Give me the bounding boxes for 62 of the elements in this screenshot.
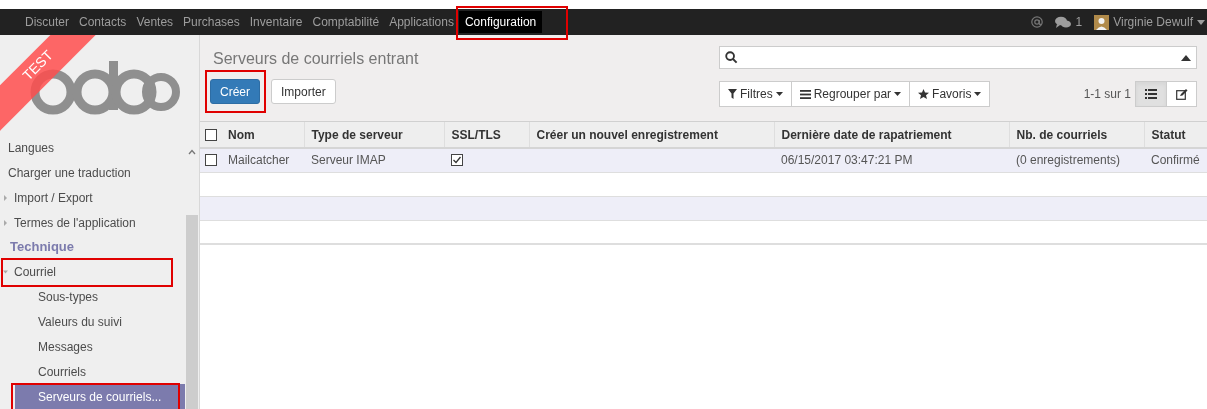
column-header[interactable]: SSL/TLS [451, 127, 501, 142]
caret-icon[interactable] [1197, 19, 1205, 25]
avatar-icon[interactable] [1094, 14, 1110, 30]
column-header[interactable]: Nb. de courriels [1016, 127, 1108, 142]
dropdown-button[interactable]: Regrouper par [790, 82, 910, 106]
menu-item[interactable]: Messages [15, 334, 185, 359]
mention-icon[interactable] [1031, 16, 1044, 28]
table-cell: Confirmé [1151, 153, 1200, 168]
menu-item[interactable]: Configuration [458, 11, 543, 33]
user-name[interactable]: Virginie Dewulf [1113, 13, 1193, 31]
menu-item[interactable]: Sous-types [15, 284, 185, 309]
menu-item[interactable]: Charger une traduction [0, 160, 186, 185]
button[interactable]: Créer [210, 79, 260, 104]
scrollbar-thumb[interactable] [186, 215, 199, 409]
menu-item[interactable]: Valeurs du suivi [15, 309, 185, 334]
view-button[interactable] [1166, 82, 1196, 106]
menu-item[interactable]: Comptabilité [307, 9, 385, 35]
dropdown-button[interactable]: Filtres [720, 82, 791, 106]
menu-item[interactable]: Termes de l'application [0, 210, 186, 235]
caret-icon [775, 92, 783, 96]
menu-item[interactable]: Contacts [74, 9, 132, 35]
menu-item[interactable]: Serveurs de courriels... [15, 384, 185, 409]
scroll-up-icon[interactable] [188, 149, 197, 155]
checkbox[interactable] [451, 154, 463, 167]
table-cell: 06/15/2017 03:47:21 PM [781, 153, 913, 168]
menu-item[interactable]: Langues [0, 135, 186, 160]
column-header[interactable]: Type de serveur [311, 127, 403, 142]
checkbox[interactable] [205, 154, 217, 167]
column-header[interactable]: Nom [228, 127, 255, 142]
menu-item[interactable]: Courriel [0, 259, 186, 284]
star-icon [918, 89, 930, 99]
column-header[interactable]: Dernière date de rapatriement [781, 127, 952, 142]
checkbox[interactable] [205, 128, 217, 141]
caret-icon [894, 92, 902, 96]
table-cell: (0 enregistrements) [1016, 153, 1121, 168]
list-view-icon [1145, 89, 1157, 99]
filter-icon [728, 89, 737, 99]
caret-icon [974, 92, 982, 96]
page-title: Serveurs de courriels entrant [212, 49, 420, 67]
message-count: 1 [1075, 14, 1083, 31]
menu-item[interactable]: Import / Export [0, 185, 186, 210]
search-field[interactable] [719, 46, 1197, 69]
search-icon [725, 51, 738, 64]
menu-item[interactable]: Discuter [20, 9, 74, 35]
list-icon [799, 89, 811, 99]
section-header: Technique [9, 238, 76, 257]
table-cell: Serveur IMAP [311, 153, 386, 168]
menu-item[interactable]: Inventaire [244, 9, 308, 35]
menu-item[interactable]: Ventes [131, 9, 179, 35]
dropdown-button[interactable]: Favoris [909, 82, 990, 106]
collapse-icon[interactable] [1181, 54, 1191, 61]
edit-icon [1175, 88, 1188, 100]
menu-item[interactable]: Purchases [178, 9, 245, 35]
chat-icon[interactable] [1055, 15, 1072, 29]
menu-item[interactable]: Applications [384, 9, 459, 35]
button[interactable]: Importer [271, 79, 336, 104]
pager-text: 1-1 sur 1 [1083, 86, 1131, 103]
view-button[interactable] [1136, 82, 1166, 106]
column-header[interactable]: Statut [1151, 127, 1186, 142]
table-cell: Mailcatcher [228, 153, 290, 168]
menu-item[interactable]: Courriels [15, 359, 185, 384]
column-header[interactable]: Créer un nouvel enregistrement [536, 127, 718, 142]
